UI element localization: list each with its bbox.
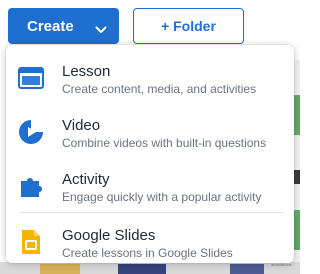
- add-folder-button[interactable]: + Folder: [133, 8, 244, 44]
- menu-item-title: Video: [62, 117, 101, 134]
- menu-item-description: Create content, media, and activities: [62, 82, 257, 96]
- background-card-accent: [293, 170, 300, 184]
- menu-item-video[interactable]: Video Combine videos with built-in quest…: [6, 111, 294, 163]
- menu-item-description: Combine videos with built-in questions: [62, 136, 267, 150]
- menu-divider: [18, 212, 284, 213]
- lesson-window-icon: [18, 65, 44, 91]
- create-dropdown-menu: Lesson Create content, media, and activi…: [6, 45, 294, 263]
- chevron-down-icon: [95, 21, 107, 38]
- video-play-icon: [18, 119, 44, 145]
- google-slides-icon: [18, 229, 44, 255]
- background-card-accent: [293, 95, 300, 135]
- menu-item-title: Activity: [62, 171, 110, 188]
- app-stage: Hide annotations Create + Folder Lesson …: [0, 0, 300, 274]
- menu-item-description: Engage quickly with a popular activity: [62, 190, 262, 204]
- menu-item-google-slides[interactable]: Google Slides Create lessons in Google S…: [6, 221, 294, 273]
- create-button-label: Create: [27, 17, 74, 35]
- menu-item-title: Lesson: [62, 63, 111, 80]
- menu-item-description: Create lessons in Google Slides: [62, 246, 233, 260]
- puzzle-piece-icon: [18, 173, 44, 199]
- create-button[interactable]: Create: [8, 8, 119, 44]
- menu-item-lesson[interactable]: Lesson Create content, media, and activi…: [6, 57, 294, 109]
- background-card-accent: [293, 210, 300, 250]
- menu-item-activity[interactable]: Activity Engage quickly with a popular a…: [6, 165, 294, 217]
- menu-item-title: Google Slides: [62, 227, 156, 244]
